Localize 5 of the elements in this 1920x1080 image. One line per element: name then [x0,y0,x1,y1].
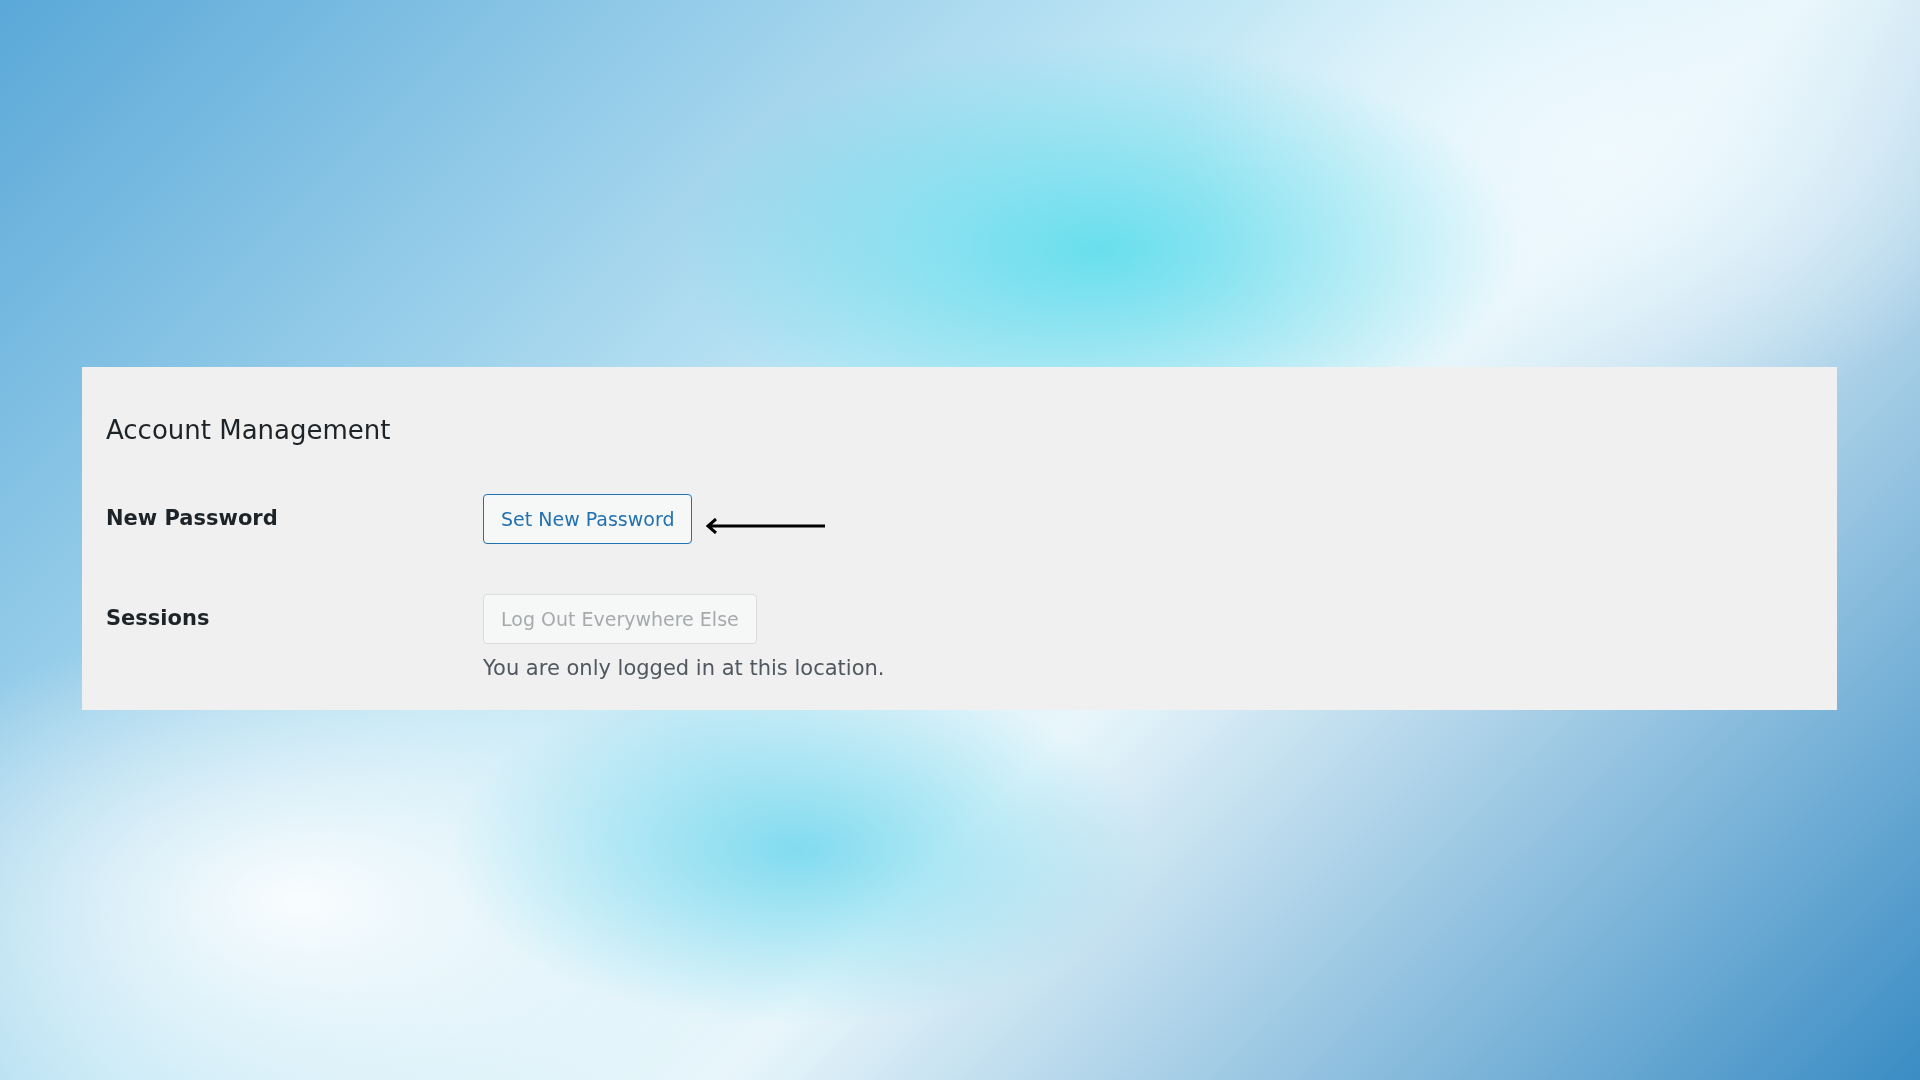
field-label: New Password [106,505,279,533]
field-label: Sessions [106,605,211,633]
description-text: You are only logged in at this location. [483,656,885,681]
section-title: Account Management [106,415,392,447]
set-password-button[interactable]: Set New Password [483,494,693,545]
